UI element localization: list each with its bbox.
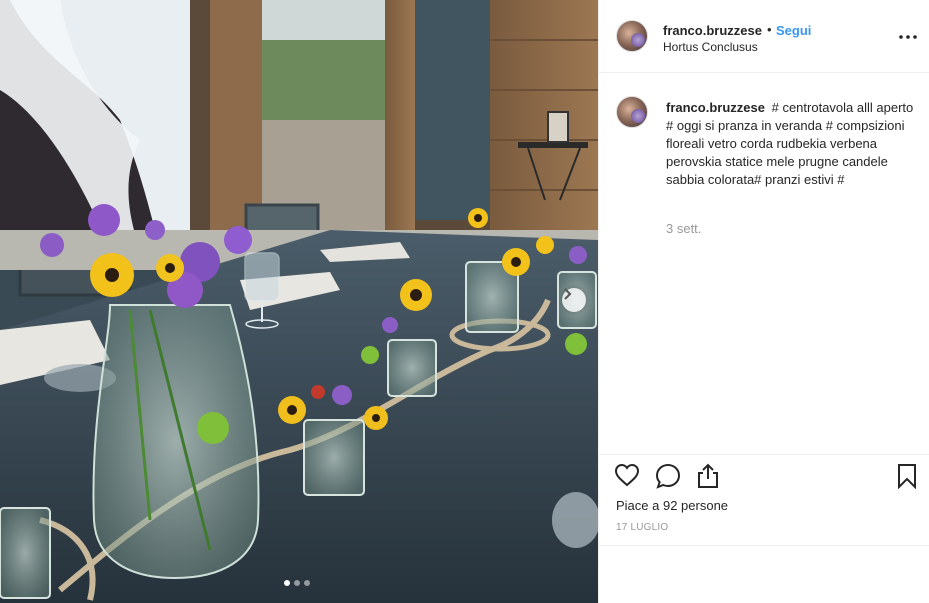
caption-text: franco.bruzzese # centrotavola alll aper… — [666, 99, 916, 189]
avatar[interactable] — [616, 20, 648, 52]
carousel-next-button[interactable] — [562, 288, 586, 312]
likes-count[interactable]: Piace a 92 persone — [616, 498, 728, 513]
caption-age: 3 sett. — [666, 221, 702, 236]
comment-button[interactable] — [655, 463, 681, 494]
like-button[interactable] — [614, 463, 640, 492]
ellipsis-icon — [899, 35, 917, 39]
carousel-indicator — [284, 580, 310, 586]
caption-username-link[interactable]: franco.bruzzese — [666, 100, 765, 115]
carousel-dot — [304, 580, 310, 586]
comment-area — [599, 545, 929, 603]
post-date[interactable]: 17 LUGLIO — [616, 522, 668, 533]
location-link[interactable]: Hortus Conclusus — [663, 40, 758, 54]
save-button[interactable] — [897, 463, 917, 494]
post-side-panel: franco.bruzzese • Segui Hortus Conclusus… — [598, 0, 929, 603]
heart-icon — [614, 463, 640, 487]
chevron-right-icon — [564, 288, 572, 300]
post-header: franco.bruzzese • Segui Hortus Conclusus — [599, 0, 929, 73]
avatar[interactable] — [616, 96, 648, 128]
post-photo[interactable] — [0, 0, 598, 603]
separator-dot: • — [767, 22, 772, 37]
action-bar — [599, 454, 929, 494]
share-icon — [698, 463, 718, 488]
table-flowers-image — [0, 0, 598, 603]
comment-icon — [655, 463, 681, 489]
carousel-dot-active — [284, 580, 290, 586]
username-link[interactable]: franco.bruzzese — [663, 23, 762, 38]
share-button[interactable] — [696, 463, 720, 494]
carousel-dot — [294, 580, 300, 586]
more-options-button[interactable] — [899, 28, 917, 39]
follow-button[interactable]: Segui — [776, 23, 811, 38]
bookmark-icon — [898, 464, 916, 490]
